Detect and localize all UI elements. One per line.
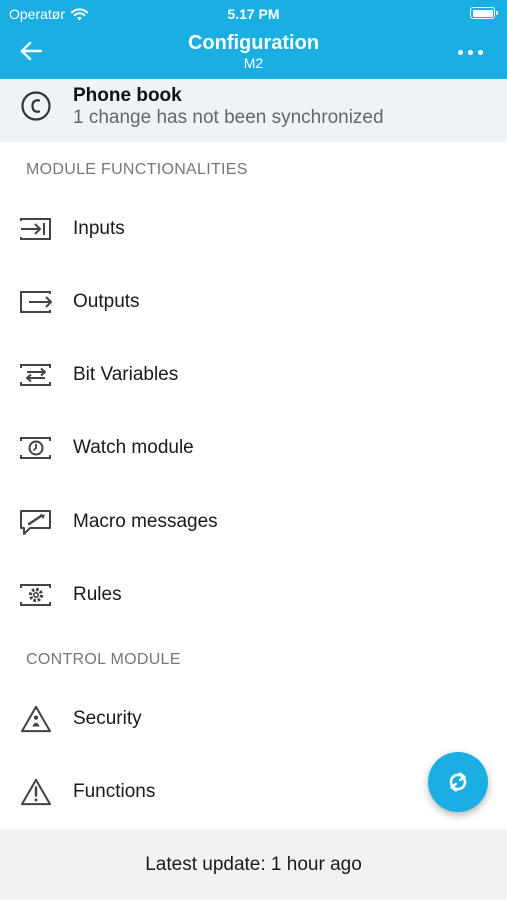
rules-gear-icon: [20, 584, 51, 606]
list-item-label: Security: [73, 708, 142, 729]
list-item-label: Watch module: [73, 437, 194, 458]
sync-banner[interactable]: Phone book 1 change has not been synchro…: [0, 79, 507, 142]
section-header-control-module: CONTROL MODULE: [26, 651, 181, 668]
list-item-label: Functions: [73, 781, 156, 802]
list-item-label: Outputs: [73, 291, 140, 312]
latest-update-text: Latest update: 1 hour ago: [145, 853, 362, 875]
list-item-macro-messages[interactable]: Macro messages: [0, 494, 507, 550]
app-header: Operatør 5.17 PM Configuration M2: [0, 0, 507, 79]
list-item-label: Bit Variables: [73, 364, 179, 385]
input-icon: [20, 218, 51, 240]
sync-button[interactable]: [428, 752, 488, 812]
output-icon: [20, 291, 52, 313]
functions-warning-icon: [20, 778, 52, 806]
sync-icon: [449, 772, 467, 792]
macro-messages-icon: [20, 510, 51, 535]
battery-icon: [470, 7, 498, 19]
watch-module-icon: [20, 437, 51, 459]
list-item-inputs[interactable]: Inputs: [0, 201, 507, 257]
list-item-rules[interactable]: Rules: [0, 567, 507, 623]
list-item-security[interactable]: Security: [0, 691, 507, 747]
header-title-block: Configuration M2: [0, 32, 507, 71]
list-item-bit-variables[interactable]: Bit Variables: [0, 347, 507, 403]
list-item-label: Inputs: [73, 218, 125, 239]
banner-subtitle: 1 change has not been synchronized: [73, 107, 384, 128]
page-subtitle: M2: [243, 55, 264, 71]
more-options-button[interactable]: [453, 40, 487, 64]
page-title: Configuration: [187, 32, 320, 54]
security-warning-icon: [20, 705, 52, 733]
phone-book-icon: [21, 91, 51, 121]
list-item-label: Rules: [73, 584, 122, 605]
list-item-label: Macro messages: [73, 511, 218, 532]
list-item-watch-module[interactable]: Watch module: [0, 420, 507, 476]
status-bar: Operatør 5.17 PM: [0, 0, 507, 28]
status-time: 5.17 PM: [227, 6, 280, 22]
list-item-outputs[interactable]: Outputs: [0, 274, 507, 330]
bit-variables-icon: [20, 364, 51, 386]
section-header-module-functionalities: MODULE FUNCTIONALITIES: [26, 161, 248, 178]
more-dots-icon: [457, 49, 463, 55]
banner-title: Phone book: [73, 85, 182, 106]
footer-status: Latest update: 1 hour ago: [0, 829, 507, 900]
